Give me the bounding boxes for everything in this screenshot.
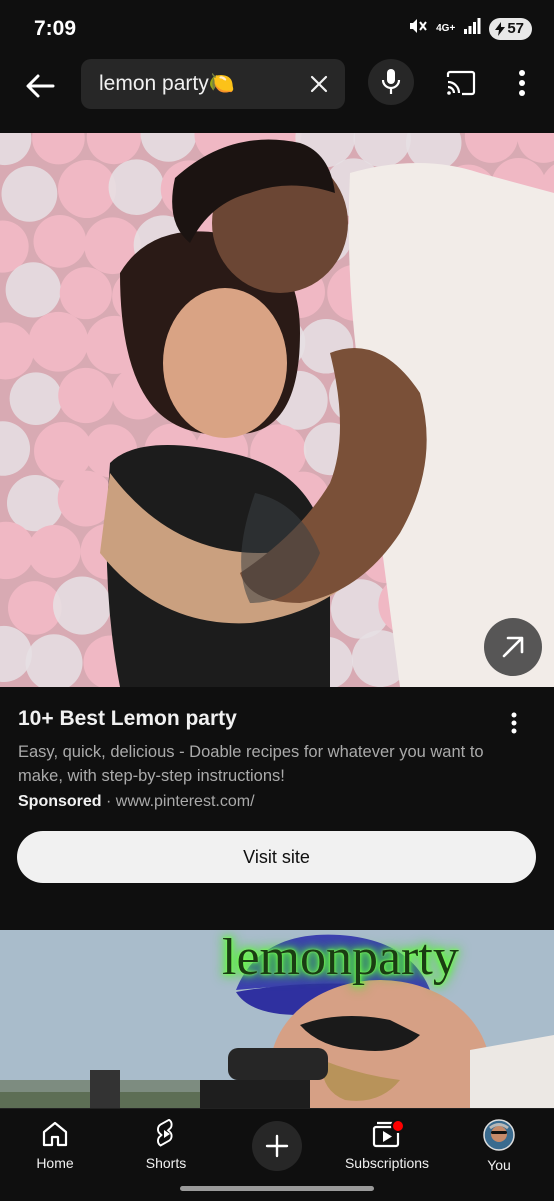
ball-pit-ball [57,159,117,219]
nav-label-home: Home [36,1155,74,1171]
network-type-label: 4G+ [436,22,456,34]
status-bar: 7:09 4G+ 57 [0,0,554,56]
nav-label-subscriptions: Subscriptions [344,1155,430,1171]
ball-pit-ball [28,311,89,372]
ad-more-options-button[interactable] [500,706,528,740]
status-icons: 4G+ 57 [408,17,532,40]
thumbnail-overlay-text: lemonparty [222,930,459,986]
microphone-icon [381,69,401,94]
clear-search-button[interactable] [305,70,333,98]
avatar [483,1119,515,1151]
open-link-button[interactable] [484,618,542,676]
nav-label-shorts: Shorts [145,1155,187,1171]
battery-level: 57 [507,20,524,37]
nav-item-subscriptions[interactable]: Subscriptions [332,1119,442,1171]
ball-pit-ball [59,267,112,320]
ball-pit-ball [33,215,87,268]
more-vertical-icon [511,712,517,734]
visit-site-button[interactable]: Visit site [17,831,536,883]
plus-icon [265,1134,289,1158]
cast-icon [446,70,476,96]
ball-pit-ball [108,159,165,216]
create-button[interactable] [252,1121,302,1171]
notification-dot [391,1119,405,1133]
back-button[interactable] [20,66,60,106]
ad-description: Easy, quick, delicious - Doable recipes … [18,743,484,785]
sponsored-label: Sponsored [18,793,102,810]
search-input[interactable]: lemon party🍋 [81,59,345,109]
ad-domain: www.pinterest.com/ [115,793,255,810]
arrow-back-icon [26,74,55,98]
ball-pit-ball [6,474,64,532]
video-thumbnail[interactable]: lemonparty [0,930,554,1120]
ad-title[interactable]: 10+ Best Lemon party [18,707,237,731]
mute-vibrate-icon [408,17,428,40]
charging-bolt-icon [495,21,506,36]
close-icon [310,75,328,93]
nav-item-home[interactable]: Home [0,1119,110,1171]
nav-label-you: You [487,1157,511,1173]
ball-pit-ball [5,262,61,318]
gesture-bar [180,1186,374,1191]
home-icon [42,1121,68,1147]
nav-item-you[interactable]: You [444,1119,554,1173]
subscriptions-icon-wrap [371,1119,405,1149]
status-time: 7:09 [34,17,77,40]
meta-separator: · [106,793,112,810]
ball-pit-ball [9,372,63,426]
battery-indicator: 57 [489,17,532,40]
ad-image[interactable] [0,133,554,687]
ad-meta: Sponsored · www.pinterest.com/ [18,793,255,811]
nav-item-shorts[interactable]: Shorts [111,1119,221,1171]
more-vertical-icon [519,70,525,96]
ad-photo-ball-pit [0,133,554,687]
arrow-up-right-icon [502,636,524,658]
voice-search-button[interactable] [368,59,414,105]
ball-pit-ball [58,367,114,424]
shorts-icon [157,1119,173,1147]
search-header: lemon party🍋 [0,56,554,116]
ball-pit-ball [1,165,58,222]
ball-pit-ball [27,524,81,578]
ball-pit-ball [53,576,112,635]
search-query-text: lemon party🍋 [99,72,235,95]
more-options-button[interactable] [508,66,536,100]
signal-strength-icon [463,18,481,39]
cast-button[interactable] [442,66,480,100]
